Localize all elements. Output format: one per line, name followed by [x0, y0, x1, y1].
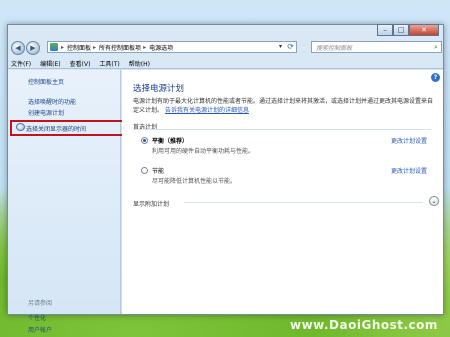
caption-buttons: – □ ✕ — [377, 24, 439, 36]
show-additional-plans-label[interactable]: 显示附加计划 — [133, 199, 169, 208]
power-saver-change-settings-link[interactable]: 更改计划设置 — [391, 166, 427, 175]
sidebar-item-personalization[interactable]: 个性化 — [28, 313, 46, 322]
task-sidebar: 控制面板主页 选择唤醒时的功能 创建电源计划 选择关闭显示器的时间 另请参阅 个… — [8, 70, 128, 334]
section-divider — [133, 129, 431, 130]
sidebar-item-display-off[interactable]: 选择关闭显示器的时间 — [26, 124, 86, 133]
menu-edit[interactable]: 编辑(E) — [40, 59, 60, 68]
search-input[interactable]: 搜索控制面板 — [316, 43, 431, 52]
breadcrumb-power-options[interactable]: 电源选项 — [149, 43, 173, 52]
address-bar[interactable]: ▸ 控制面板 ▸ 所有控制面板项 ▸ 电源选项 ▾ ⟳ — [47, 41, 297, 53]
minimize-button[interactable]: – — [377, 24, 393, 36]
back-button[interactable]: ◀ — [11, 40, 25, 55]
display-icon — [16, 123, 25, 131]
balanced-change-settings-link[interactable]: 更改计划设置 — [391, 136, 427, 145]
address-dropdown-icon[interactable]: ▾ — [279, 43, 282, 50]
breadcrumb-separator-icon: ▸ — [143, 43, 147, 51]
menu-bar: 文件(F) 编辑(E) 查看(V) 工具(T) 帮助(H) — [8, 58, 443, 69]
control-panel-icon — [50, 43, 58, 51]
power-saver-description: 尽可能降低计算机性能以节能。 — [152, 178, 237, 185]
power-saver-name[interactable]: 节能 — [152, 166, 164, 175]
forward-button[interactable]: ▶ — [26, 40, 40, 55]
breadcrumb-control-panel[interactable]: 控制面板 — [67, 43, 91, 52]
balanced-plan-radio[interactable] — [141, 137, 148, 144]
balanced-plan-name[interactable]: 平衡（推荐） — [152, 136, 188, 145]
page-title: 选择电源计划 — [133, 84, 185, 94]
chevron-down-icon[interactable]: ⌄ — [429, 196, 439, 206]
help-icon[interactable]: ? — [431, 73, 440, 82]
refresh-icon[interactable]: ⟳ — [287, 42, 294, 51]
page-description: 电源计划有助于最大化计算机的性能或者节能。通过选择计划来将其激活，或选择计划并通… — [133, 97, 433, 115]
learn-more-link[interactable]: 告诉我有关电源计划的详细信息 — [165, 107, 249, 114]
sidebar-item-home[interactable]: 控制面板主页 — [28, 77, 64, 86]
menu-file[interactable]: 文件(F) — [11, 59, 31, 68]
power-saver-radio[interactable] — [141, 167, 148, 174]
close-button[interactable]: ✕ — [409, 24, 439, 36]
sidebar-item-wake-password[interactable]: 选择唤醒时的功能 — [28, 97, 76, 106]
balanced-plan-description: 利用可用的硬件自动平衡功耗与性能。 — [152, 148, 255, 155]
breadcrumb-separator-icon: ▸ — [93, 43, 97, 51]
additional-plans-divider — [184, 202, 423, 203]
menu-help[interactable]: 帮助(H) — [129, 59, 150, 68]
maximize-button[interactable]: □ — [393, 24, 409, 36]
menu-tools[interactable]: 工具(T) — [99, 59, 119, 68]
navigation-toolbar: ◀ ▶ ▸ 控制面板 ▸ 所有控制面板项 ▸ 电源选项 ▾ ⟳ 搜索控制面板 ⌕ — [11, 39, 442, 56]
site-watermark: www.DaoiGhost.com — [290, 318, 438, 332]
search-box[interactable]: 搜索控制面板 ⌕ — [311, 41, 442, 53]
control-panel-window: – □ ✕ ◀ ▶ ▸ 控制面板 ▸ 所有控制面板项 ▸ 电源选项 ▾ ⟳ 搜索… — [7, 24, 444, 334]
search-icon[interactable]: ⌕ — [431, 43, 441, 52]
breadcrumb-all-items[interactable]: 所有控制面板项 — [99, 43, 141, 52]
menu-view[interactable]: 查看(V) — [70, 59, 91, 68]
sidebar-item-user-accounts[interactable]: 用户帐户 — [28, 325, 52, 334]
breadcrumb-separator-icon: ▸ — [61, 43, 65, 51]
main-content: ? 选择电源计划 电源计划有助于最大化计算机的性能或者节能。通过选择计划来将其激… — [122, 70, 443, 314]
see-also-heading: 另请参阅 — [28, 300, 53, 307]
sidebar-item-create-plan[interactable]: 创建电源计划 — [28, 108, 64, 117]
